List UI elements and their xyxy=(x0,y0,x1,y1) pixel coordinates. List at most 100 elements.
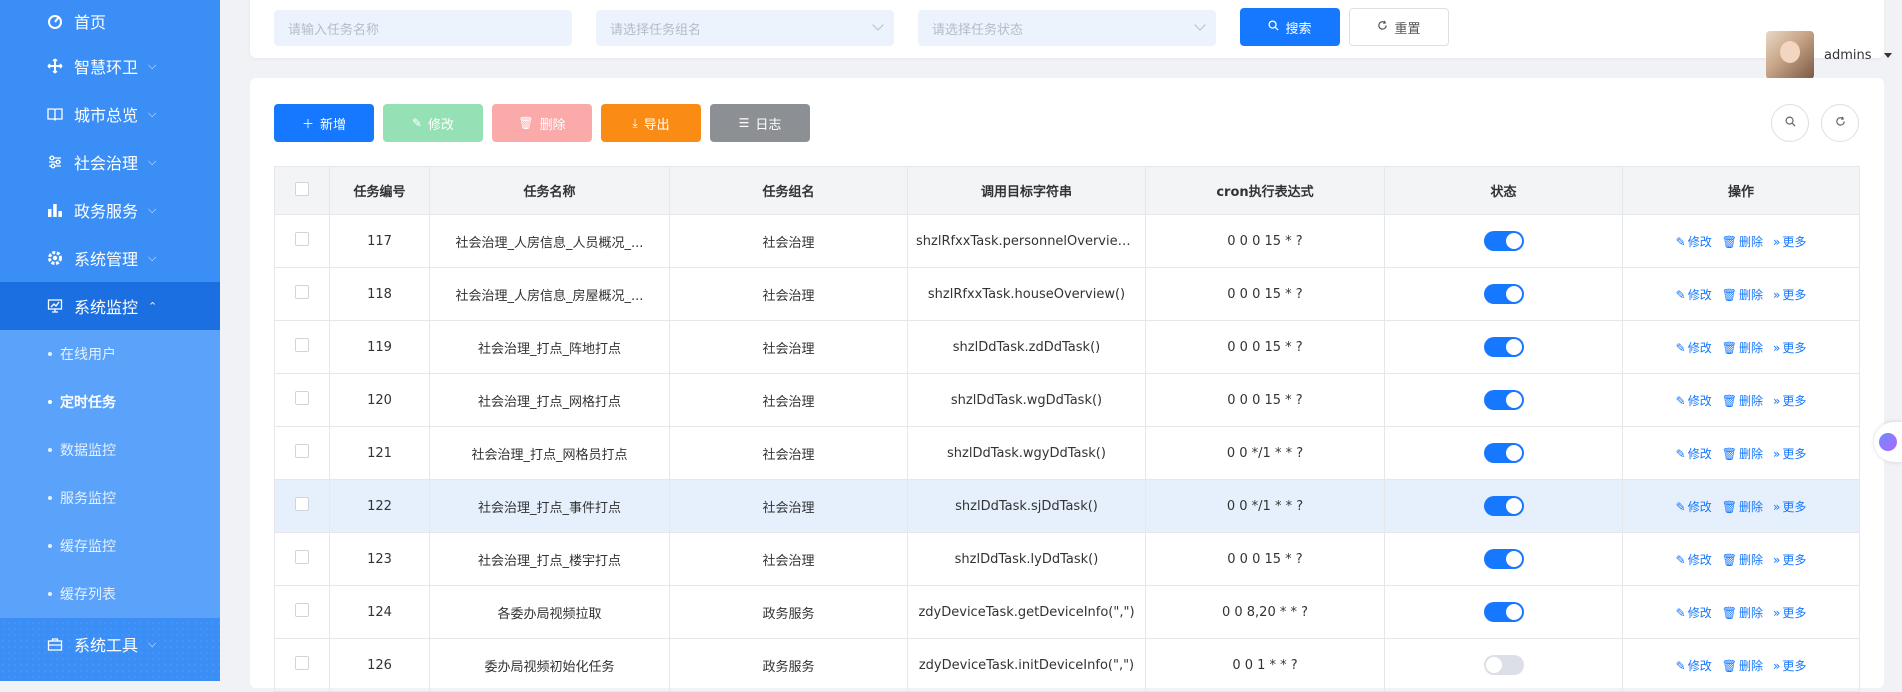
row-delete-link[interactable]: 🗑 删除 xyxy=(1722,445,1763,462)
row-delete-link[interactable]: 🗑 删除 xyxy=(1722,392,1763,409)
row-edit-link[interactable]: ✎ 修改 xyxy=(1676,657,1712,674)
sidebar-item-city-overview[interactable]: 城市总览 ⌵ xyxy=(0,90,220,138)
task-status-select[interactable]: 请选择任务状态 xyxy=(918,10,1216,46)
row-edit-link[interactable]: ✎ 修改 xyxy=(1676,286,1712,303)
row-select-cell[interactable] xyxy=(274,426,330,480)
task-group-select[interactable]: 请选择任务组名 xyxy=(596,10,894,46)
row-edit-link[interactable]: ✎ 修改 xyxy=(1676,551,1712,568)
task-id-cell: 117 xyxy=(329,214,430,268)
row-more-link[interactable]: » 更多 xyxy=(1773,339,1806,356)
row-delete-link[interactable]: 🗑 删除 xyxy=(1722,551,1763,568)
select-all-checkbox[interactable] xyxy=(295,181,309,196)
user-menu[interactable]: admins xyxy=(1766,30,1892,80)
select-all-cell[interactable] xyxy=(274,166,330,215)
sidebar-subitem-cache-list[interactable]: 缓存列表 xyxy=(0,570,220,618)
add-button[interactable]: ＋ 新增 xyxy=(274,104,374,142)
row-edit-link[interactable]: ✎ 修改 xyxy=(1676,604,1712,621)
edit-button[interactable]: ✎ 修改 xyxy=(383,104,483,142)
row-delete-link[interactable]: 🗑 删除 xyxy=(1722,339,1763,356)
status-switch[interactable] xyxy=(1483,390,1524,410)
table-row[interactable]: 124 各委办局视频拉取 政务服务 zdyDeviceTask.getDeviceIn… xyxy=(274,585,1860,639)
refresh-button[interactable] xyxy=(1821,104,1859,142)
row-checkbox[interactable] xyxy=(295,391,309,405)
sidebar-item-system-monitor[interactable]: 系统监控 ⌃ xyxy=(0,282,220,330)
status-switch[interactable] xyxy=(1483,443,1524,463)
sidebar-subitem-label: 缓存列表 xyxy=(60,587,116,603)
sidebar-subitem-cache-monitor[interactable]: 缓存监控 xyxy=(0,522,220,570)
row-more-link[interactable]: » 更多 xyxy=(1773,551,1806,568)
row-select-cell[interactable] xyxy=(274,585,330,639)
row-checkbox[interactable] xyxy=(295,338,309,352)
row-checkbox[interactable] xyxy=(295,285,309,299)
status-cell xyxy=(1384,373,1623,427)
row-more-link[interactable]: » 更多 xyxy=(1773,498,1806,515)
row-select-cell[interactable] xyxy=(274,532,330,586)
sidebar-subitem-online-users[interactable]: 在线用户 xyxy=(0,330,220,378)
table-row[interactable]: 121 社会治理_打点_网格员打点 社会治理 shzlDdTask.wgyDdTask… xyxy=(274,426,1860,480)
sidebar-item-smart-sanitation[interactable]: 智慧环卫 ⌵ xyxy=(0,42,220,90)
row-delete-link[interactable]: 🗑 删除 xyxy=(1722,498,1763,515)
row-select-cell[interactable] xyxy=(274,214,330,268)
row-select-cell[interactable] xyxy=(274,638,330,692)
row-checkbox[interactable] xyxy=(295,656,309,670)
row-delete-link[interactable]: 🗑 删除 xyxy=(1722,604,1763,621)
sidebar-subitem-scheduled-tasks[interactable]: 定时任务 xyxy=(0,378,220,426)
task-name-input[interactable]: 请输入任务名称 xyxy=(274,10,572,46)
trash-icon: 🗑 xyxy=(1721,234,1737,249)
row-checkbox[interactable] xyxy=(295,444,309,458)
row-edit-label: 修改 xyxy=(1687,340,1712,355)
status-switch[interactable] xyxy=(1483,602,1524,622)
row-checkbox[interactable] xyxy=(295,550,309,564)
sidebar-item-home[interactable]: 首页 xyxy=(0,0,220,42)
row-edit-link[interactable]: ✎ 修改 xyxy=(1676,339,1712,356)
status-switch[interactable] xyxy=(1483,655,1524,675)
delete-button[interactable]: 🗑 删除 xyxy=(492,104,592,142)
row-more-link[interactable]: » 更多 xyxy=(1773,657,1806,674)
table-row[interactable]: 118 社会治理_人房信息_房屋概况_... 社会治理 shzlRfxxTask.ho… xyxy=(274,267,1860,321)
export-button[interactable]: ⤓ 导出 xyxy=(601,104,701,142)
row-checkbox[interactable] xyxy=(295,232,309,246)
sidebar-item-social-governance[interactable]: 社会治理 ⌵ xyxy=(0,138,220,186)
row-select-cell[interactable] xyxy=(274,320,330,374)
sidebar-subitem-service-monitor[interactable]: 服务监控 xyxy=(0,474,220,522)
row-delete-link[interactable]: 🗑 删除 xyxy=(1722,233,1763,250)
table-row[interactable]: 117 社会治理_人房信息_人员概况_... 社会治理 shzlRfxxTask.pe… xyxy=(274,214,1860,268)
table-row[interactable]: 120 社会治理_打点_网格打点 社会治理 shzlDdTask.wgDdTask()… xyxy=(274,373,1860,427)
row-more-link[interactable]: » 更多 xyxy=(1773,445,1806,462)
status-switch[interactable] xyxy=(1483,549,1524,569)
row-checkbox[interactable] xyxy=(295,603,309,617)
row-delete-link[interactable]: 🗑 删除 xyxy=(1722,657,1763,674)
avatar[interactable] xyxy=(1766,31,1814,79)
row-more-link[interactable]: » 更多 xyxy=(1773,392,1806,409)
sidebar-subitem-data-monitor[interactable]: 数据监控 xyxy=(0,426,220,474)
row-edit-link[interactable]: ✎ 修改 xyxy=(1676,445,1712,462)
row-edit-link[interactable]: ✎ 修改 xyxy=(1676,233,1712,250)
search-icon xyxy=(1268,20,1280,34)
row-delete-link[interactable]: 🗑 删除 xyxy=(1722,286,1763,303)
sidebar-item-system-tools[interactable]: 系统工具 ⌵ xyxy=(0,620,220,668)
row-edit-link[interactable]: ✎ 修改 xyxy=(1676,392,1712,409)
reset-button[interactable]: 重置 xyxy=(1349,8,1449,46)
row-select-cell[interactable] xyxy=(274,267,330,321)
toggle-search-button[interactable] xyxy=(1771,104,1809,142)
table-row[interactable]: 123 社会治理_打点_楼宇打点 社会治理 shzlDdTask.lyDdTask()… xyxy=(274,532,1860,586)
row-select-cell[interactable] xyxy=(274,479,330,533)
search-button[interactable]: 搜索 xyxy=(1240,8,1340,46)
status-switch[interactable] xyxy=(1483,231,1524,251)
status-switch[interactable] xyxy=(1483,337,1524,357)
row-select-cell[interactable] xyxy=(274,373,330,427)
sidebar-item-system-management[interactable]: 系统管理 ⌵ xyxy=(0,234,220,282)
log-button[interactable]: ☰ 日志 xyxy=(710,104,810,142)
table-row[interactable]: 126 委办局视频初始化任务 政务服务 zdyDeviceTask.initDevic… xyxy=(274,638,1860,692)
table-row[interactable]: 119 社会治理_打点_阵地打点 社会治理 shzlDdTask.zdDdTask()… xyxy=(274,320,1860,374)
task-id-cell: 118 xyxy=(329,267,430,321)
sidebar-item-government-services[interactable]: 政务服务 ⌵ xyxy=(0,186,220,234)
row-more-link[interactable]: » 更多 xyxy=(1773,604,1806,621)
status-switch[interactable] xyxy=(1483,284,1524,304)
row-checkbox[interactable] xyxy=(295,497,309,511)
row-edit-link[interactable]: ✎ 修改 xyxy=(1676,498,1712,515)
row-more-link[interactable]: » 更多 xyxy=(1773,233,1806,250)
table-row[interactable]: 122 社会治理_打点_事件打点 社会治理 shzlDdTask.sjDdTask()… xyxy=(274,479,1860,533)
status-switch[interactable] xyxy=(1483,496,1524,516)
row-more-link[interactable]: » 更多 xyxy=(1773,286,1806,303)
